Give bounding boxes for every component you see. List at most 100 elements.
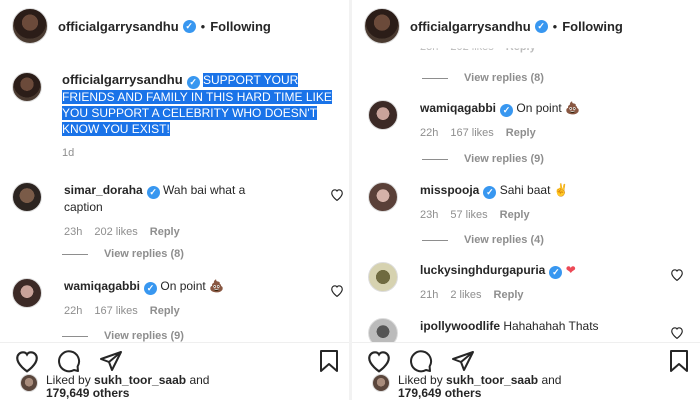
following-button[interactable]: Following xyxy=(210,19,271,34)
view-replies-button[interactable]: View replies (4) xyxy=(422,234,544,246)
post-header: officialgarrysandhu ✓ • Following xyxy=(364,6,692,46)
commenter-username[interactable]: wamiqagabbi xyxy=(420,101,496,115)
post-caption: officialgarrysandhu ✓ SUPPORT YOUR FRIEND… xyxy=(12,72,332,161)
commenter-username[interactable]: simar_doraha xyxy=(64,183,143,197)
post-action-bar: Liked by sukh_toor_saab and 179,649 othe… xyxy=(0,342,350,400)
view-replies-button[interactable]: View replies (8) xyxy=(422,72,544,84)
replies-line xyxy=(62,253,88,255)
view-replies-label: View replies (9) xyxy=(104,330,184,342)
like-heart-icon[interactable] xyxy=(14,349,40,373)
view-replies-label: View replies (9) xyxy=(464,153,544,165)
like-comment-heart-icon[interactable] xyxy=(330,188,344,201)
commenter-username[interactable]: misspooja xyxy=(420,183,479,197)
like-comment-heart-icon[interactable] xyxy=(670,326,684,339)
comment-likes[interactable]: 167 likes xyxy=(450,125,493,142)
reply-button[interactable]: Reply xyxy=(506,125,536,142)
author-avatar[interactable] xyxy=(12,8,48,44)
caption-avatar[interactable] xyxy=(12,72,42,102)
comment-likes[interactable]: 57 likes xyxy=(450,207,487,224)
comment-time: 23h xyxy=(420,209,439,221)
comment-time: 22h xyxy=(64,305,83,317)
author-username[interactable]: officialgarrysandhu xyxy=(410,19,531,34)
commenter-username[interactable]: wamiqagabbi xyxy=(64,279,140,293)
comment-item: luckysinghdurgapuria ✓ ❤ 21h 2 likes Repl… xyxy=(368,262,690,304)
like-comment-heart-icon[interactable] xyxy=(670,268,684,281)
share-icon[interactable] xyxy=(98,349,124,373)
following-button[interactable]: Following xyxy=(562,19,623,34)
comment-icon[interactable] xyxy=(56,349,82,373)
comment-likes[interactable]: 2 likes xyxy=(450,287,481,304)
verified-badge-icon: ✓ xyxy=(549,266,563,279)
comment-text: Sahi baat ✌ xyxy=(499,183,569,197)
comment-text: On point 💩 xyxy=(160,279,224,293)
commenter-avatar[interactable] xyxy=(12,278,42,308)
author-avatar[interactable] xyxy=(364,8,400,44)
view-replies-button[interactable]: View replies (9) xyxy=(62,330,184,342)
like-heart-icon[interactable] xyxy=(366,349,392,373)
comment-item: wamiqagabbi ✓ On point 💩 22h 167 likes Re… xyxy=(368,100,640,142)
bookmark-icon[interactable] xyxy=(668,349,690,373)
comment-time: 21h xyxy=(420,289,439,301)
replies-line xyxy=(422,158,448,160)
verified-badge-icon: ✓ xyxy=(182,19,196,33)
commenter-avatar[interactable] xyxy=(12,182,42,212)
comment-item: wamiqagabbi ✓ On point 💩 22h 167 likes Re… xyxy=(12,278,343,320)
liked-by-summary[interactable]: Liked by sukh_toor_saab and 179,649 othe… xyxy=(20,374,209,400)
post-action-bar: Liked by sukh_toor_saab and 179,649 othe… xyxy=(352,342,700,400)
liked-by-and: and xyxy=(189,373,210,387)
commenter-avatar[interactable] xyxy=(368,262,398,292)
comment-item: misspooja ✓ Sahi baat ✌ 23h 57 likes Repl… xyxy=(368,182,640,224)
view-replies-label: View replies (4) xyxy=(464,234,544,246)
verified-badge-icon: ✓ xyxy=(186,76,200,89)
liked-by-count[interactable]: 179,649 others xyxy=(46,386,129,400)
bookmark-icon[interactable] xyxy=(318,349,340,373)
comment-time: 22h xyxy=(420,127,439,139)
verified-badge-icon: ✓ xyxy=(144,282,158,295)
header-separator: • xyxy=(200,18,206,34)
replies-line xyxy=(62,335,88,337)
comment-likes[interactable]: 167 likes xyxy=(94,303,137,320)
liked-by-user[interactable]: sukh_toor_saab xyxy=(94,373,186,387)
left-screenshot-panel: officialgarrysandhu ✓ • Following offici… xyxy=(0,0,350,400)
view-replies-button[interactable]: View replies (9) xyxy=(422,153,544,165)
comment-text: Hahahahah Thats xyxy=(503,319,599,333)
liked-by-and: and xyxy=(541,373,562,387)
commenter-avatar[interactable] xyxy=(368,100,398,130)
commenter-username[interactable]: luckysinghdurgapuria xyxy=(420,263,545,277)
commenter-username[interactable]: ipollywoodlife xyxy=(420,319,500,333)
comment-time: 23h xyxy=(64,226,83,238)
caption-username[interactable]: officialgarrysandhu xyxy=(62,72,183,87)
right-screenshot-panel: officialgarrysandhu ✓ • Following 23h 20… xyxy=(352,0,700,400)
author-username[interactable]: officialgarrysandhu xyxy=(58,19,179,34)
header-separator: • xyxy=(552,18,558,34)
liked-by-count[interactable]: 179,649 others xyxy=(398,386,481,400)
reply-button[interactable]: Reply xyxy=(150,303,180,320)
verified-badge-icon: ✓ xyxy=(534,19,548,33)
liker-avatar xyxy=(20,374,38,392)
reply-button[interactable]: Reply xyxy=(500,207,530,224)
comment-text: ❤ xyxy=(565,263,576,277)
replies-line xyxy=(422,239,448,241)
reply-button[interactable]: Reply xyxy=(494,287,524,304)
commenter-avatar[interactable] xyxy=(368,182,398,212)
comment-icon[interactable] xyxy=(408,349,434,373)
view-replies-button[interactable]: View replies (8) xyxy=(62,248,184,260)
liked-by-user[interactable]: sukh_toor_saab xyxy=(446,373,538,387)
reply-button[interactable]: Reply xyxy=(150,224,180,241)
liker-avatar xyxy=(372,374,390,392)
caption-time: 1d xyxy=(62,147,75,159)
verified-badge-icon: ✓ xyxy=(500,104,514,117)
like-comment-heart-icon[interactable] xyxy=(330,284,344,297)
view-replies-label: View replies (8) xyxy=(104,248,184,260)
liked-by-summary[interactable]: Liked by sukh_toor_saab and 179,649 othe… xyxy=(372,374,561,400)
replies-line xyxy=(422,77,448,79)
liked-by-prefix: Liked by xyxy=(46,373,91,387)
comment-likes[interactable]: 202 likes xyxy=(94,224,137,241)
verified-badge-icon: ✓ xyxy=(483,186,497,199)
comment-text: On point 💩 xyxy=(516,101,580,115)
liked-by-prefix: Liked by xyxy=(398,373,443,387)
share-icon[interactable] xyxy=(450,349,476,373)
view-replies-label: View replies (8) xyxy=(464,72,544,84)
verified-badge-icon: ✓ xyxy=(146,186,160,199)
post-header: officialgarrysandhu ✓ • Following xyxy=(12,6,342,46)
